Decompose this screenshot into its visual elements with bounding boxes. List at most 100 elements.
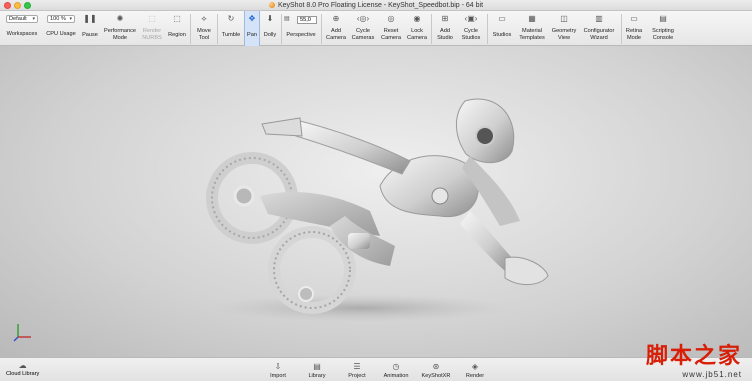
watermark-url: www.jb51.net	[682, 370, 742, 379]
nurbs-icon: ⬚	[148, 14, 156, 24]
cycle-studios-icon: ‹▣›	[464, 14, 478, 24]
toolbar-divider	[487, 14, 488, 44]
scripting-console-icon: ▤	[659, 14, 667, 24]
maximize-window-button[interactable]	[24, 2, 31, 9]
add-studio-button[interactable]: ⊞ Add Studio	[433, 11, 457, 46]
perspective-label: Perspective	[286, 32, 316, 38]
configurator-wizard-icon: ▥	[595, 14, 603, 24]
tumble-label: Tumble	[221, 32, 241, 38]
scripting-console-label: Scripting Console	[652, 28, 674, 41]
library-button[interactable]: ▤ Library	[305, 358, 329, 381]
cycle-cameras-label: Cycle Cameras	[351, 28, 375, 41]
animation-button[interactable]: ◷ Animation	[381, 358, 411, 381]
retina-mode-icon: ▭	[630, 14, 638, 24]
pause-button[interactable]: ❚❚ Pause	[79, 11, 101, 46]
region-label: Region	[168, 32, 186, 38]
cloud-icon: ☁	[18, 361, 27, 370]
title-bar: KeyShot 8.0 Pro Floating License - KeySh…	[0, 0, 752, 11]
project-button[interactable]: ☰ Project	[344, 358, 370, 381]
toolbar-divider	[431, 14, 432, 44]
reset-camera-label: Reset Camera	[381, 28, 401, 41]
render-nurbs-label: Render NURBS	[142, 28, 162, 41]
dolly-button[interactable]: ⬇ Dolly	[261, 11, 279, 46]
lock-camera-label: Lock Camera	[407, 28, 427, 41]
scripting-console-button[interactable]: ▤ Scripting Console	[648, 11, 678, 46]
render-icon: ◈	[471, 361, 479, 371]
performance-mode-icon: ✺	[116, 14, 124, 24]
keyshot-app-icon	[268, 2, 275, 8]
render-button[interactable]: ◈ Render	[463, 358, 487, 381]
import-button[interactable]: ⇩ Import	[266, 358, 290, 381]
configurator-wizard-label: Configurator Wizard	[583, 28, 615, 41]
cycle-studios-label: Cycle Studios	[461, 28, 481, 41]
window-controls	[4, 2, 31, 9]
tumble-icon: ↻	[227, 14, 235, 24]
speedbot-render-illustration	[206, 98, 549, 322]
animation-icon: ◷	[392, 361, 400, 371]
add-camera-button[interactable]: ⊕ Add Camera	[324, 11, 348, 46]
studios-button[interactable]: ▭ Studios	[489, 11, 515, 46]
geometry-view-button[interactable]: ◫ Geometry View	[549, 11, 579, 46]
keyshotxr-button[interactable]: ⊛ KeyShotXR	[420, 358, 452, 381]
main-toolbar: Default ▾ Workspaces 100 % ▾ CPU Usage ❚…	[0, 11, 752, 46]
workspaces-label: Workspaces	[6, 31, 38, 37]
dolly-icon: ⬇	[266, 14, 274, 24]
add-studio-icon: ⊞	[441, 14, 449, 24]
render-viewport[interactable]	[0, 46, 752, 357]
material-templates-button[interactable]: ▦ Material Templates	[516, 11, 548, 46]
animation-label: Animation	[383, 373, 409, 379]
pan-label: Pan	[247, 32, 257, 38]
pause-icon: ❚❚	[83, 14, 97, 24]
toolbar-divider	[281, 14, 282, 44]
render-label: Render	[465, 373, 485, 379]
site-watermark: 脚本之家 www.jb51.net	[646, 338, 742, 379]
material-templates-icon: ▦	[528, 14, 536, 24]
cloud-library-label: Cloud Library	[6, 371, 40, 377]
retina-mode-button[interactable]: ▭ Retina Mode	[623, 11, 645, 46]
move-tool-label: Move Tool	[197, 28, 211, 41]
studios-label: Studios	[492, 32, 512, 38]
workspaces-group: Workspaces	[4, 11, 40, 46]
toolbar-divider	[321, 14, 322, 44]
reset-camera-icon: ◎	[387, 14, 395, 24]
cycle-studios-button[interactable]: ‹▣› Cycle Studios	[458, 11, 484, 46]
material-templates-label: Material Templates	[519, 28, 545, 41]
perspective-icon: ▤	[284, 16, 290, 23]
import-label: Import	[270, 373, 286, 379]
tumble-button[interactable]: ↻ Tumble	[219, 11, 243, 46]
performance-mode-label: Performance Mode	[103, 28, 137, 41]
region-icon: ⬚	[173, 14, 181, 24]
render-nurbs-button[interactable]: ⬚ Render NURBS	[139, 11, 165, 46]
bottom-bar: ☁ Cloud Library ⇩ Import ▤ Library ☰ Pro…	[0, 343, 752, 381]
lock-camera-icon: ◉	[413, 14, 421, 24]
toolbar-divider	[621, 14, 622, 44]
performance-mode-button[interactable]: ✺ Performance Mode	[102, 11, 138, 46]
watermark-chinese-text: 脚本之家	[645, 343, 742, 369]
library-icon: ▤	[313, 361, 321, 371]
pan-button[interactable]: ✥ Pan	[244, 11, 260, 46]
library-label: Library	[308, 373, 326, 379]
add-camera-icon: ⊕	[332, 14, 340, 24]
dolly-label: Dolly	[263, 32, 277, 38]
reset-camera-button[interactable]: ◎ Reset Camera	[378, 11, 404, 46]
project-icon: ☰	[353, 361, 361, 371]
move-tool-button[interactable]: ⟡ Move Tool	[193, 11, 215, 46]
import-icon: ⇩	[274, 361, 282, 371]
close-window-button[interactable]	[4, 2, 11, 9]
cycle-cameras-button[interactable]: ‹◎› Cycle Cameras	[349, 11, 377, 46]
configurator-wizard-button[interactable]: ▥ Configurator Wizard	[580, 11, 618, 46]
move-tool-icon: ⟡	[201, 14, 207, 24]
region-button[interactable]: ⬚ Region	[166, 11, 188, 46]
geometry-view-icon: ◫	[560, 14, 568, 24]
keyshotxr-label: KeyShotXR	[421, 373, 451, 379]
lock-camera-button[interactable]: ◉ Lock Camera	[405, 11, 429, 46]
add-studio-label: Add Studio	[437, 28, 453, 41]
pause-label: Pause	[82, 32, 98, 38]
studios-icon: ▭	[498, 14, 506, 24]
cloud-library-button[interactable]: ☁ Cloud Library	[6, 361, 39, 377]
add-camera-label: Add Camera	[326, 28, 346, 41]
minimize-window-button[interactable]	[14, 2, 21, 9]
cpu-usage-label: CPU Usage	[46, 31, 76, 37]
cycle-cameras-icon: ‹◎›	[356, 14, 370, 24]
field-of-view-input[interactable]: 55,0	[297, 16, 317, 24]
